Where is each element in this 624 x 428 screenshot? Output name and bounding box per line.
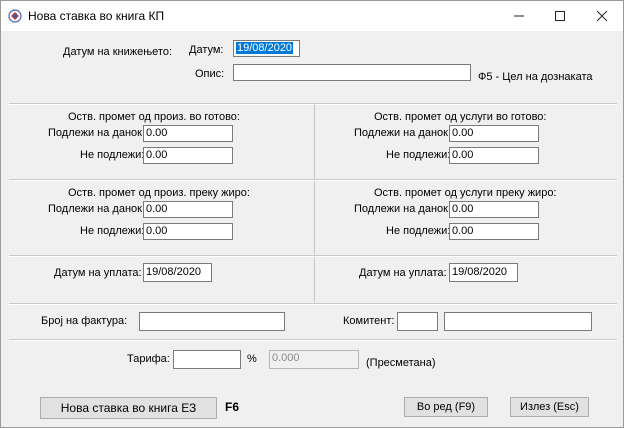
date-field-value: 19/08/2020 (236, 42, 294, 54)
invoice-number-label: Број на фактура: (41, 315, 128, 327)
description-label: Опис: (195, 68, 225, 80)
tariff-computed-field: 0.000 (269, 350, 359, 369)
prod-giro-nontax-input[interactable]: 0.00 (143, 223, 233, 240)
payment-date-right-label: Датум на уплата: (359, 267, 447, 279)
serv-cash-title: Оств. промет од услуги во готово: (374, 111, 547, 123)
close-icon (596, 10, 608, 22)
invoice-number-field[interactable] (139, 312, 285, 331)
prod-giro-nontax-label: Не подлежи: (80, 225, 145, 237)
minimize-icon (514, 15, 524, 17)
prod-cash-title: Оств. промет од произ. во готово: (68, 111, 240, 123)
app-icon (8, 9, 22, 23)
prod-giro-title: Оств. промет од произ. преку жиро: (68, 187, 250, 199)
serv-giro-title: Оств. промет од услуги преку жиро: (374, 187, 557, 199)
prod-cash-nontax-label: Не подлежи: (80, 149, 145, 161)
tariff-field[interactable] (173, 350, 241, 369)
payment-date-left-label: Датум на уплата: (54, 267, 142, 279)
separator-highlight (9, 180, 617, 181)
f5-hint: Ф5 - Цел на дознаката (478, 71, 593, 83)
separator-highlight (9, 104, 617, 105)
payment-date-right-field[interactable]: 19/08/2020 (449, 263, 518, 282)
tariff-computed-note: (Пресметана) (366, 357, 436, 369)
title-bar[interactable]: Нова ставка во книга КП (1, 1, 623, 31)
column-divider (314, 104, 315, 304)
date-label: Датум: (189, 44, 224, 56)
separator-highlight (9, 340, 617, 341)
separator-highlight (9, 304, 617, 305)
ok-button[interactable]: Во ред (F9) (404, 397, 488, 417)
serv-cash-nontax-label: Не подлежи: (386, 149, 451, 161)
tariff-label: Тарифа: (127, 353, 170, 365)
serv-cash-nontax-input[interactable]: 0.00 (449, 147, 539, 164)
serv-giro-taxable-input[interactable]: 0.00 (449, 201, 539, 218)
client-code-field[interactable] (397, 312, 438, 331)
prod-cash-taxable-input[interactable]: 0.00 (143, 125, 233, 142)
serv-cash-taxable-label: Подлежи на данок: (354, 127, 452, 139)
serv-giro-nontax-input[interactable]: 0.00 (449, 223, 539, 240)
minimize-button[interactable] (507, 6, 531, 26)
date-field[interactable]: 19/08/2020 (233, 40, 300, 57)
new-entry-button[interactable]: Нова ставка во книга ЕЗ (40, 397, 217, 419)
client-label: Комитент: (343, 315, 395, 327)
prod-giro-taxable-label: Подлежи на данок: (48, 203, 146, 215)
description-field[interactable] (233, 64, 471, 81)
close-button[interactable] (590, 6, 614, 26)
exit-button[interactable]: Излез (Esc) (510, 397, 589, 417)
window-title: Нова ставка во книга КП (28, 9, 165, 23)
new-entry-shortcut: F6 (225, 400, 240, 414)
booking-date-label: Датум на книжењето: (63, 46, 173, 58)
dialog-window: Нова ставка во книга КП Датум на книжење… (0, 0, 624, 428)
prod-cash-taxable-label: Подлежи на данок: (48, 127, 146, 139)
percent-sign: % (247, 353, 257, 365)
maximize-icon (555, 11, 565, 21)
prod-giro-taxable-input[interactable]: 0.00 (143, 201, 233, 218)
serv-giro-nontax-label: Не подлежи: (386, 225, 451, 237)
payment-date-left-field[interactable]: 19/08/2020 (143, 263, 212, 282)
prod-cash-nontax-input[interactable]: 0.00 (143, 147, 233, 164)
maximize-button[interactable] (548, 6, 572, 26)
client-name-field[interactable] (444, 312, 592, 331)
serv-giro-taxable-label: Подлежи на данок: (354, 203, 452, 215)
serv-cash-taxable-input[interactable]: 0.00 (449, 125, 539, 142)
separator-highlight (9, 256, 617, 257)
